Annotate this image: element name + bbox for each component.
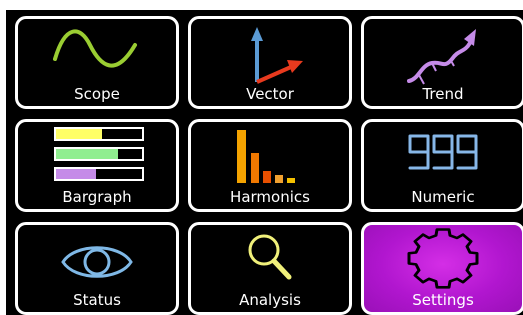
status-label: Status	[73, 291, 121, 309]
bargraph-tile[interactable]: Bargraph	[15, 119, 179, 212]
bargraph-label: Bargraph	[62, 188, 132, 206]
numeric-label: Numeric	[411, 188, 475, 206]
numeric-tile[interactable]: Numeric	[361, 119, 523, 212]
vector-label: Vector	[246, 85, 294, 103]
settings-label: Settings	[412, 291, 474, 309]
analysis-tile[interactable]: Analysis	[188, 222, 352, 315]
scope-tile[interactable]: Scope	[15, 16, 179, 109]
harmonics-tile[interactable]: Harmonics	[188, 119, 352, 212]
menu-screen: Scope Vector Trend Bargraph Harmonics Nu…	[0, 0, 523, 315]
harmonics-label: Harmonics	[230, 188, 310, 206]
trend-tile[interactable]: Trend	[361, 16, 523, 109]
trend-label: Trend	[422, 85, 464, 103]
status-tile[interactable]: Status	[15, 222, 179, 315]
vector-tile[interactable]: Vector	[188, 16, 352, 109]
analysis-label: Analysis	[239, 291, 301, 309]
settings-tile[interactable]: Settings	[361, 222, 523, 315]
scope-label: Scope	[74, 85, 120, 103]
